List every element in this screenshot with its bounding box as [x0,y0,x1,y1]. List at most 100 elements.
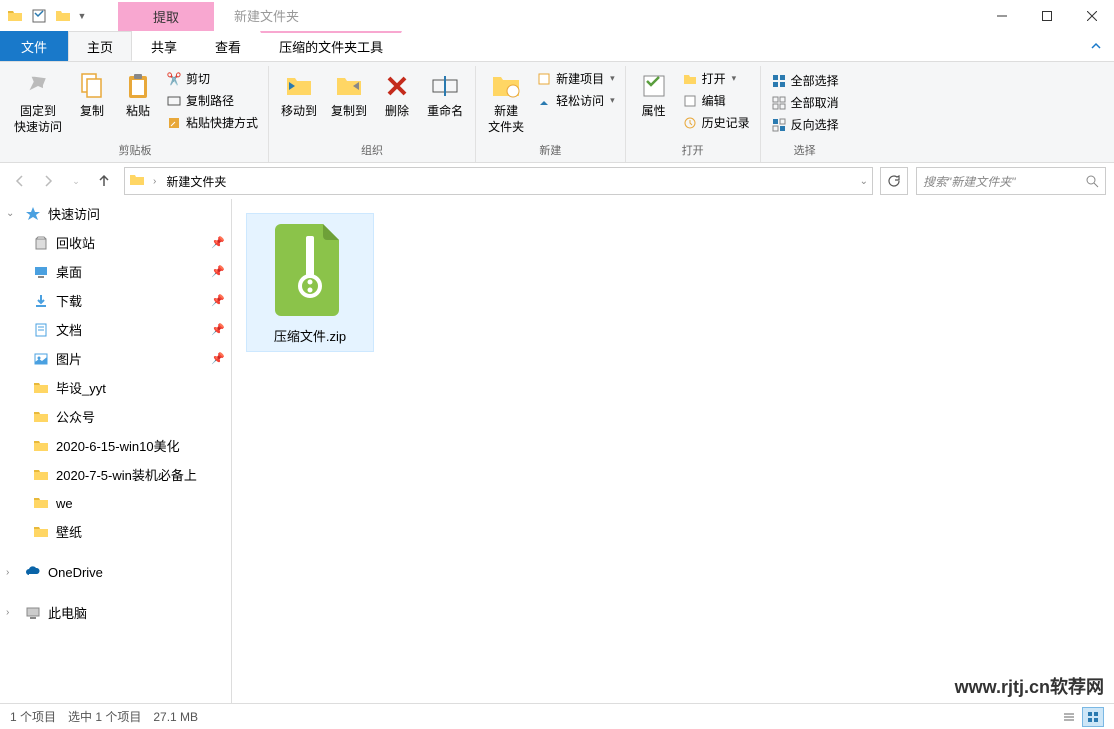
invert-selection-button[interactable]: 反向选择 [767,114,843,135]
new-item-icon [536,71,552,87]
sidebar-item-label: we [56,496,73,511]
sidebar-quick-access[interactable]: ⌄ 快速访问 [0,199,231,228]
minimize-button[interactable] [979,1,1024,30]
new-folder-button[interactable]: 新建 文件夹 [482,66,530,139]
qat-folder-icon[interactable] [52,5,74,27]
sidebar-item-label: 下载 [56,291,82,310]
sidebar-onedrive[interactable]: › OneDrive [0,558,231,586]
ribbon-expand-icon[interactable] [1078,31,1114,61]
sidebar-item[interactable]: 桌面 📌 [0,257,231,286]
sidebar-item[interactable]: 毕设_yyt [0,373,231,402]
delete-button[interactable]: 删除 [375,66,419,124]
breadcrumb-current[interactable]: 新建文件夹 [162,173,230,190]
properties-button[interactable]: 属性 [632,66,676,124]
sidebar-item-label: 文档 [56,320,82,339]
open-button[interactable]: 打开▾ [678,68,754,89]
address-bar[interactable]: › 新建文件夹 ⌄ [124,167,873,195]
history-button[interactable]: 历史记录 [678,112,754,133]
chevron-right-icon[interactable]: › [6,607,18,618]
paste-shortcut-button[interactable]: 粘贴快捷方式 [162,112,262,133]
sidebar-item[interactable]: 2020-6-15-win10美化 [0,431,231,460]
item-icon [32,379,50,397]
sidebar-item-label: 2020-6-15-win10美化 [56,436,180,455]
back-button[interactable] [8,169,32,193]
ribbon-tabs: 文件 主页 共享 查看 压缩的文件夹工具 [0,31,1114,61]
sidebar-item[interactable]: 图片📌 [0,344,231,373]
pin-icon: 📌 [211,265,225,278]
close-button[interactable] [1069,1,1114,30]
sidebar-item-label: 公众号 [56,407,95,426]
context-tab-extract[interactable]: 提取 [118,2,214,31]
view-details-button[interactable] [1058,707,1080,727]
chevron-right-icon[interactable]: › [6,567,18,578]
chevron-right-icon[interactable]: › [153,176,156,187]
rename-button[interactable]: 重命名 [421,66,469,124]
copy-path-button[interactable]: 复制路径 [162,90,262,111]
rename-icon [429,70,461,102]
pin-icon: 📌 [211,352,225,365]
sidebar-this-pc[interactable]: › 此电脑 [0,598,231,627]
easy-access-button[interactable]: 轻松访问▾ [532,90,619,111]
pin-to-quick-access-button[interactable]: 固定到 快速访问 [8,66,68,139]
zip-file-icon [265,220,355,320]
sidebar-item[interactable]: 壁纸 [0,517,231,546]
new-folder-icon [490,70,522,102]
view-large-icons-button[interactable] [1082,707,1104,727]
tab-file[interactable]: 文件 [0,31,68,61]
sidebar-item-label: 壁纸 [56,522,82,541]
search-placeholder: 搜索"新建文件夹" [923,173,1085,190]
refresh-button[interactable] [880,167,908,195]
forward-button[interactable] [36,169,60,193]
status-count: 1 个项目 [10,708,56,725]
sidebar-item-label: 毕设_yyt [56,378,106,397]
maximize-button[interactable] [1024,1,1069,30]
pin-icon: 📌 [211,294,225,307]
item-icon [32,523,50,541]
cut-button[interactable]: ✂️剪切 [162,68,262,89]
new-item-button[interactable]: 新建项目▾ [532,68,619,89]
sidebar-item[interactable]: we [0,489,231,517]
up-button[interactable] [92,169,116,193]
sidebar-item[interactable]: 下载 📌 [0,286,231,315]
sidebar-item[interactable]: 回收站📌 [0,228,231,257]
copy-button[interactable]: 复制 [70,66,114,124]
qat-dropdown-icon[interactable]: ▼ [76,5,88,27]
main-area: ⌄ 快速访问 回收站📌桌面📌下载📌文档📌图片📌毕设_yyt公众号2020-6-1… [0,199,1114,703]
window-controls [979,1,1114,30]
file-name: 压缩文件.zip [274,326,346,345]
ribbon-group-open: 属性 打开▾ 编辑 历史记录 打开 [626,66,761,162]
tab-home[interactable]: 主页 [68,31,132,61]
select-all-button[interactable]: 全部选择 [767,70,843,91]
item-icon [32,292,50,310]
item-icon [32,466,50,484]
qat-properties-icon[interactable] [28,5,50,27]
ribbon-group-new: 新建 文件夹 新建项目▾ 轻松访问▾ 新建 [476,66,626,162]
paste-button[interactable]: 粘贴 [116,66,160,124]
status-selected: 选中 1 个项目 [68,708,141,725]
tab-compressed[interactable]: 压缩的文件夹工具 [260,31,402,61]
chevron-down-icon[interactable]: ⌄ [6,208,18,219]
item-icon [32,234,50,252]
tab-share[interactable]: 共享 [132,31,196,61]
status-size: 27.1 MB [153,710,198,724]
item-icon [32,350,50,368]
select-none-button[interactable]: 全部取消 [767,92,843,113]
address-dropdown-icon[interactable]: ⌄ [860,176,868,187]
recent-dropdown[interactable]: ⌄ [64,169,88,193]
sidebar-item[interactable]: 公众号 [0,402,231,431]
ribbon: 固定到 快速访问 复制 粘贴 ✂️剪切 复制路径 粘贴快捷方式 剪贴板 移动到 [0,61,1114,163]
content-area[interactable]: 压缩文件.zip [232,199,1114,703]
edit-button[interactable]: 编辑 [678,90,754,111]
file-item[interactable]: 压缩文件.zip [246,213,374,352]
open-icon [682,71,698,87]
select-none-icon [771,95,787,111]
sidebar-item[interactable]: 文档📌 [0,315,231,344]
copy-icon [76,70,108,102]
copy-to-button[interactable]: 复制到 [325,66,373,124]
tab-view[interactable]: 查看 [196,31,260,61]
sidebar-item-label: 桌面 [56,262,82,281]
sidebar-item[interactable]: 2020-7-5-win装机必备上 [0,460,231,489]
move-to-button[interactable]: 移动到 [275,66,323,124]
search-box[interactable]: 搜索"新建文件夹" [916,167,1106,195]
delete-icon [381,70,413,102]
